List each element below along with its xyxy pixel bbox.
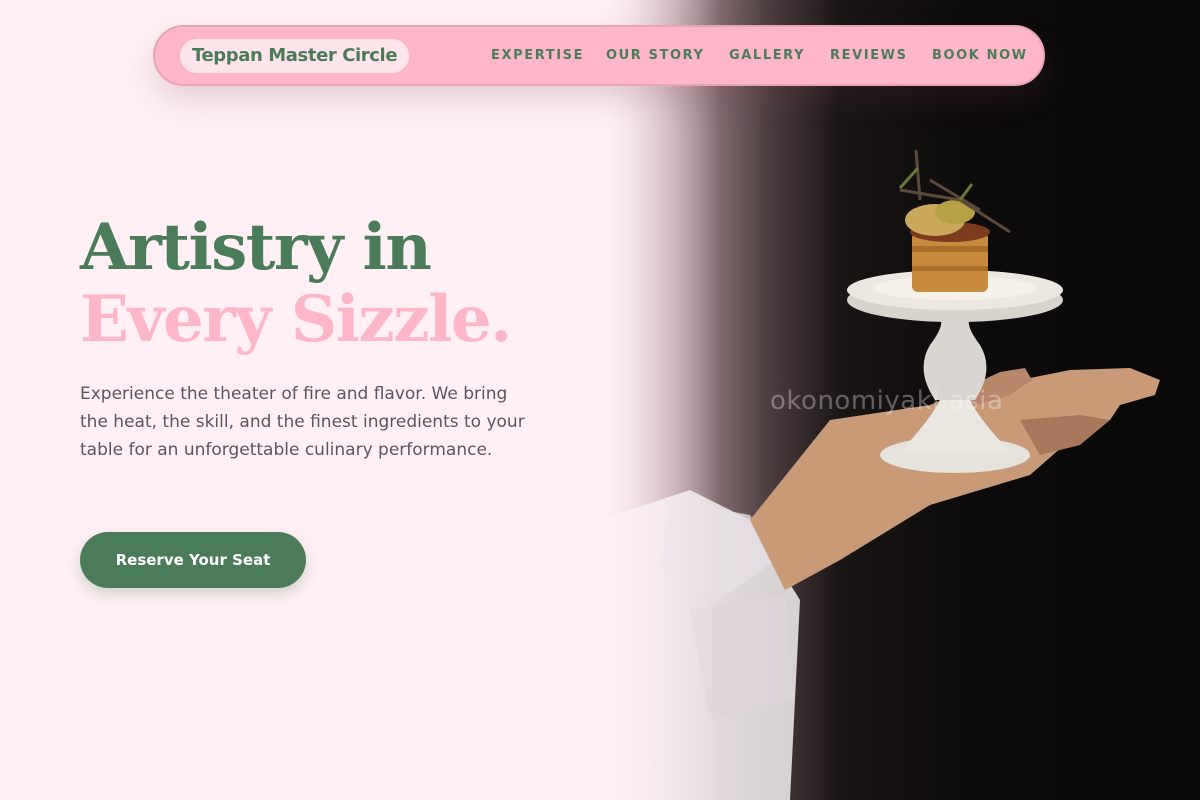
hero-description: Experience the theater of fire and flavo… xyxy=(80,384,525,460)
main-navbar: Teppan Master Circle EXPERTISE OUR STORY… xyxy=(153,25,1045,86)
headline-line-1: Artistry in xyxy=(80,210,432,285)
nav-link-gallery[interactable]: GALLERY xyxy=(729,48,805,63)
headline-line-2: Every Sizzle. xyxy=(80,282,512,357)
nav-link-expertise[interactable]: EXPERTISE xyxy=(491,48,584,63)
reserve-seat-button[interactable]: Reserve Your Seat xyxy=(80,532,306,588)
image-watermark: okonomiyaki.asia xyxy=(770,386,1004,416)
nav-link-reviews[interactable]: REVIEWS xyxy=(830,48,908,63)
image-fade-overlay xyxy=(600,0,720,800)
nav-link-book-now[interactable]: BOOK NOW xyxy=(932,48,1028,63)
hero-headline: Artistry in Every Sizzle. xyxy=(80,210,512,357)
nav-link-our-story[interactable]: OUR STORY xyxy=(606,48,705,63)
brand-logo[interactable]: Teppan Master Circle xyxy=(180,39,410,73)
